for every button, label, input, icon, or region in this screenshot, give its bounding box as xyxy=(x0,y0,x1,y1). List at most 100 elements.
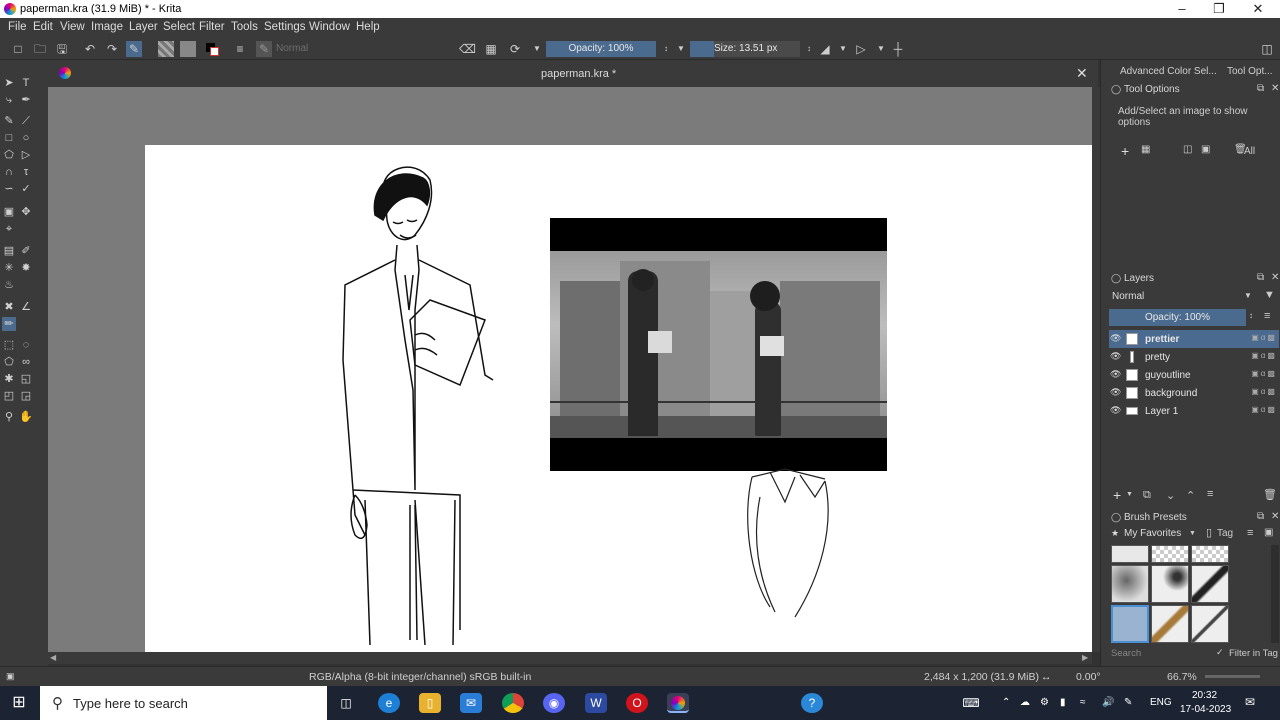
brush-editor-icon[interactable]: ✎ xyxy=(126,41,142,57)
layer-flags-icon[interactable]: ▣α▩ xyxy=(1251,387,1277,396)
delete-layer-icon[interactable]: 🗑 xyxy=(1263,488,1277,501)
zoom-slider[interactable] xyxy=(1205,675,1260,678)
pattern-icon[interactable] xyxy=(180,41,196,57)
assistant-tool-icon[interactable]: ✖ xyxy=(2,300,16,314)
tab-tool-options[interactable]: Tool Opt... xyxy=(1227,66,1273,77)
float-docker-icon[interactable]: ⧉ xyxy=(1257,511,1264,522)
layer-row-layer-1[interactable]: 👁 Layer 1 ▣α▩ xyxy=(1109,402,1279,420)
discord-icon[interactable]: ◉ xyxy=(543,693,565,713)
polyline-tool-icon[interactable]: ▷ xyxy=(19,148,33,162)
layer-menu-icon[interactable]: ≡ xyxy=(1264,310,1270,322)
scroll-right-icon[interactable]: ▶ xyxy=(1082,653,1088,662)
mail-icon[interactable]: ✉ xyxy=(460,693,482,713)
visibility-eye-icon[interactable]: 👁 xyxy=(1110,351,1121,362)
menu-window[interactable]: Window xyxy=(309,21,350,33)
layer-row-pretty[interactable]: 👁 pretty ▣α▩ xyxy=(1109,348,1279,366)
zoom-label[interactable]: 66.7% xyxy=(1167,671,1197,683)
chevron-down-icon[interactable]: ▼ xyxy=(673,41,689,57)
freehand-brush-icon[interactable]: ✎ xyxy=(2,114,16,128)
multibrush-icon[interactable]: ✓ xyxy=(19,182,33,196)
layer-row-background[interactable]: 👁 background ▣α▩ xyxy=(1109,384,1279,402)
close-docker-icon[interactable]: ✕ xyxy=(1271,272,1279,283)
edit-shapes-icon[interactable]: ⤷ xyxy=(2,93,16,107)
save-icon[interactable]: 🖫 xyxy=(54,41,70,57)
gradient-tool-icon[interactable]: ▤ xyxy=(2,244,16,258)
show-hidden-icons-icon[interactable]: ⌃ xyxy=(1002,697,1010,708)
duplicate-layer-icon[interactable]: ⧉ xyxy=(1143,489,1151,502)
calligraphy-icon[interactable]: ✒ xyxy=(19,93,33,107)
maximize-icon[interactable]: ❐ xyxy=(1207,1,1231,17)
save-icon[interactable]: ▣ xyxy=(1201,144,1210,155)
opacity-slider[interactable]: Opacity: 100% xyxy=(546,41,656,57)
brush-scrollbar[interactable] xyxy=(1271,545,1279,643)
gradient-icon[interactable] xyxy=(158,41,174,57)
freehand-path-icon[interactable]: τ xyxy=(19,165,33,179)
undo-icon[interactable]: ↶ xyxy=(82,41,98,57)
opacity-spin-icon[interactable]: ↕ xyxy=(658,41,674,57)
menu-view[interactable]: View xyxy=(60,21,85,33)
brush-preset-tile[interactable] xyxy=(1151,605,1189,643)
keyboard-icon[interactable]: ⌨ xyxy=(960,693,982,713)
filter-icon[interactable]: ▼ xyxy=(1264,289,1275,301)
krita-taskbar-icon[interactable] xyxy=(667,693,689,713)
menu-layer[interactable]: Layer xyxy=(129,21,158,33)
menu-settings[interactable]: Settings xyxy=(264,21,306,33)
move-layer-down-icon[interactable]: ⌄ xyxy=(1166,489,1175,502)
fill-tool-icon[interactable]: ♨ xyxy=(2,278,16,292)
lock-icon[interactable]: ◯ xyxy=(1111,84,1121,95)
rect-select-icon[interactable]: ⬚ xyxy=(2,338,16,352)
delete-icon[interactable]: ▦ xyxy=(1141,144,1150,155)
layer-flags-icon[interactable]: ▣α▩ xyxy=(1251,405,1277,414)
lock-icon[interactable]: ◯ xyxy=(1111,273,1121,284)
delete-all-label[interactable]: All xyxy=(1244,146,1255,157)
help-icon[interactable]: ? xyxy=(801,693,823,713)
import-icon[interactable]: ▣ xyxy=(1264,527,1273,538)
crop-tool-icon[interactable]: ⌖ xyxy=(2,222,16,236)
filter-in-tag-checkbox[interactable]: Filter in Tag xyxy=(1229,648,1278,659)
magnetic-select-icon[interactable]: ◲ xyxy=(19,389,33,403)
pen-icon[interactable]: ✎ xyxy=(1124,697,1132,708)
color-picker-icon[interactable]: ✐ xyxy=(19,244,33,258)
brush-preset-tile[interactable] xyxy=(1191,605,1229,643)
menu-select[interactable]: Select xyxy=(163,21,195,33)
settings-gear-icon[interactable]: ⚙ xyxy=(1040,697,1049,708)
new-document-icon[interactable]: □ xyxy=(10,41,26,57)
menu-image[interactable]: Image xyxy=(91,21,123,33)
volume-icon[interactable]: 🔊 xyxy=(1102,697,1114,708)
brush-preset-tile[interactable] xyxy=(1151,545,1189,563)
polygon-tool-icon[interactable]: ⬠ xyxy=(2,148,16,162)
bezier-select-icon[interactable]: ◰ xyxy=(2,389,16,403)
layer-flags-icon[interactable]: ▣α▩ xyxy=(1251,351,1277,360)
similar-select-icon[interactable]: ◱ xyxy=(19,372,33,386)
horizontal-scrollbar[interactable]: ◀ ▶ xyxy=(48,652,1092,664)
task-view-icon[interactable]: ◫ xyxy=(335,693,357,713)
mirror-vertical-icon[interactable]: ▷ xyxy=(853,41,869,57)
notifications-icon[interactable]: ✉ xyxy=(1245,695,1255,709)
redo-icon[interactable]: ↷ xyxy=(104,41,120,57)
brush-preset-tile-selected[interactable] xyxy=(1111,605,1149,643)
taskbar-search-input[interactable]: Type here to search xyxy=(73,696,188,711)
image-size-label[interactable]: 2,484 x 1,200 (31.9 MiB) xyxy=(924,671,1039,683)
chevron-down-icon[interactable]: ▼ xyxy=(835,41,851,57)
size-slider[interactable]: Size: 13.51 px xyxy=(690,41,800,57)
float-docker-icon[interactable]: ⧉ xyxy=(1257,83,1264,94)
chevron-down-icon[interactable]: ▼ xyxy=(1189,530,1196,537)
move-layer-up-icon[interactable]: ⌃ xyxy=(1186,489,1195,502)
tag-button[interactable]: Tag xyxy=(1217,528,1233,539)
transform-tool-icon[interactable]: ▣ xyxy=(2,205,16,219)
opera-icon[interactable]: O xyxy=(626,693,648,713)
preset-list-icon[interactable]: ≡ xyxy=(232,41,248,57)
brush-preset-tile[interactable] xyxy=(1151,565,1189,603)
edge-browser-icon[interactable]: e xyxy=(378,693,400,713)
close-document-icon[interactable]: ✕ xyxy=(1076,65,1088,82)
float-docker-icon[interactable]: ⧉ xyxy=(1257,272,1264,283)
vertical-scrollbar[interactable] xyxy=(1092,87,1100,652)
polygon-select-icon[interactable]: ⬠ xyxy=(2,355,16,369)
mirror-horizontal-icon[interactable]: ◢ xyxy=(817,41,833,57)
language-indicator[interactable]: ENG xyxy=(1150,697,1172,708)
layer-properties-icon[interactable]: ≡ xyxy=(1207,488,1213,500)
rotation-icon[interactable]: ↔ xyxy=(1041,671,1052,683)
color-swatch-icon[interactable] xyxy=(204,41,220,57)
line-tool-icon[interactable]: ⟋ xyxy=(19,114,33,128)
tab-advanced-color-selector[interactable]: Advanced Color Sel... xyxy=(1120,66,1217,77)
